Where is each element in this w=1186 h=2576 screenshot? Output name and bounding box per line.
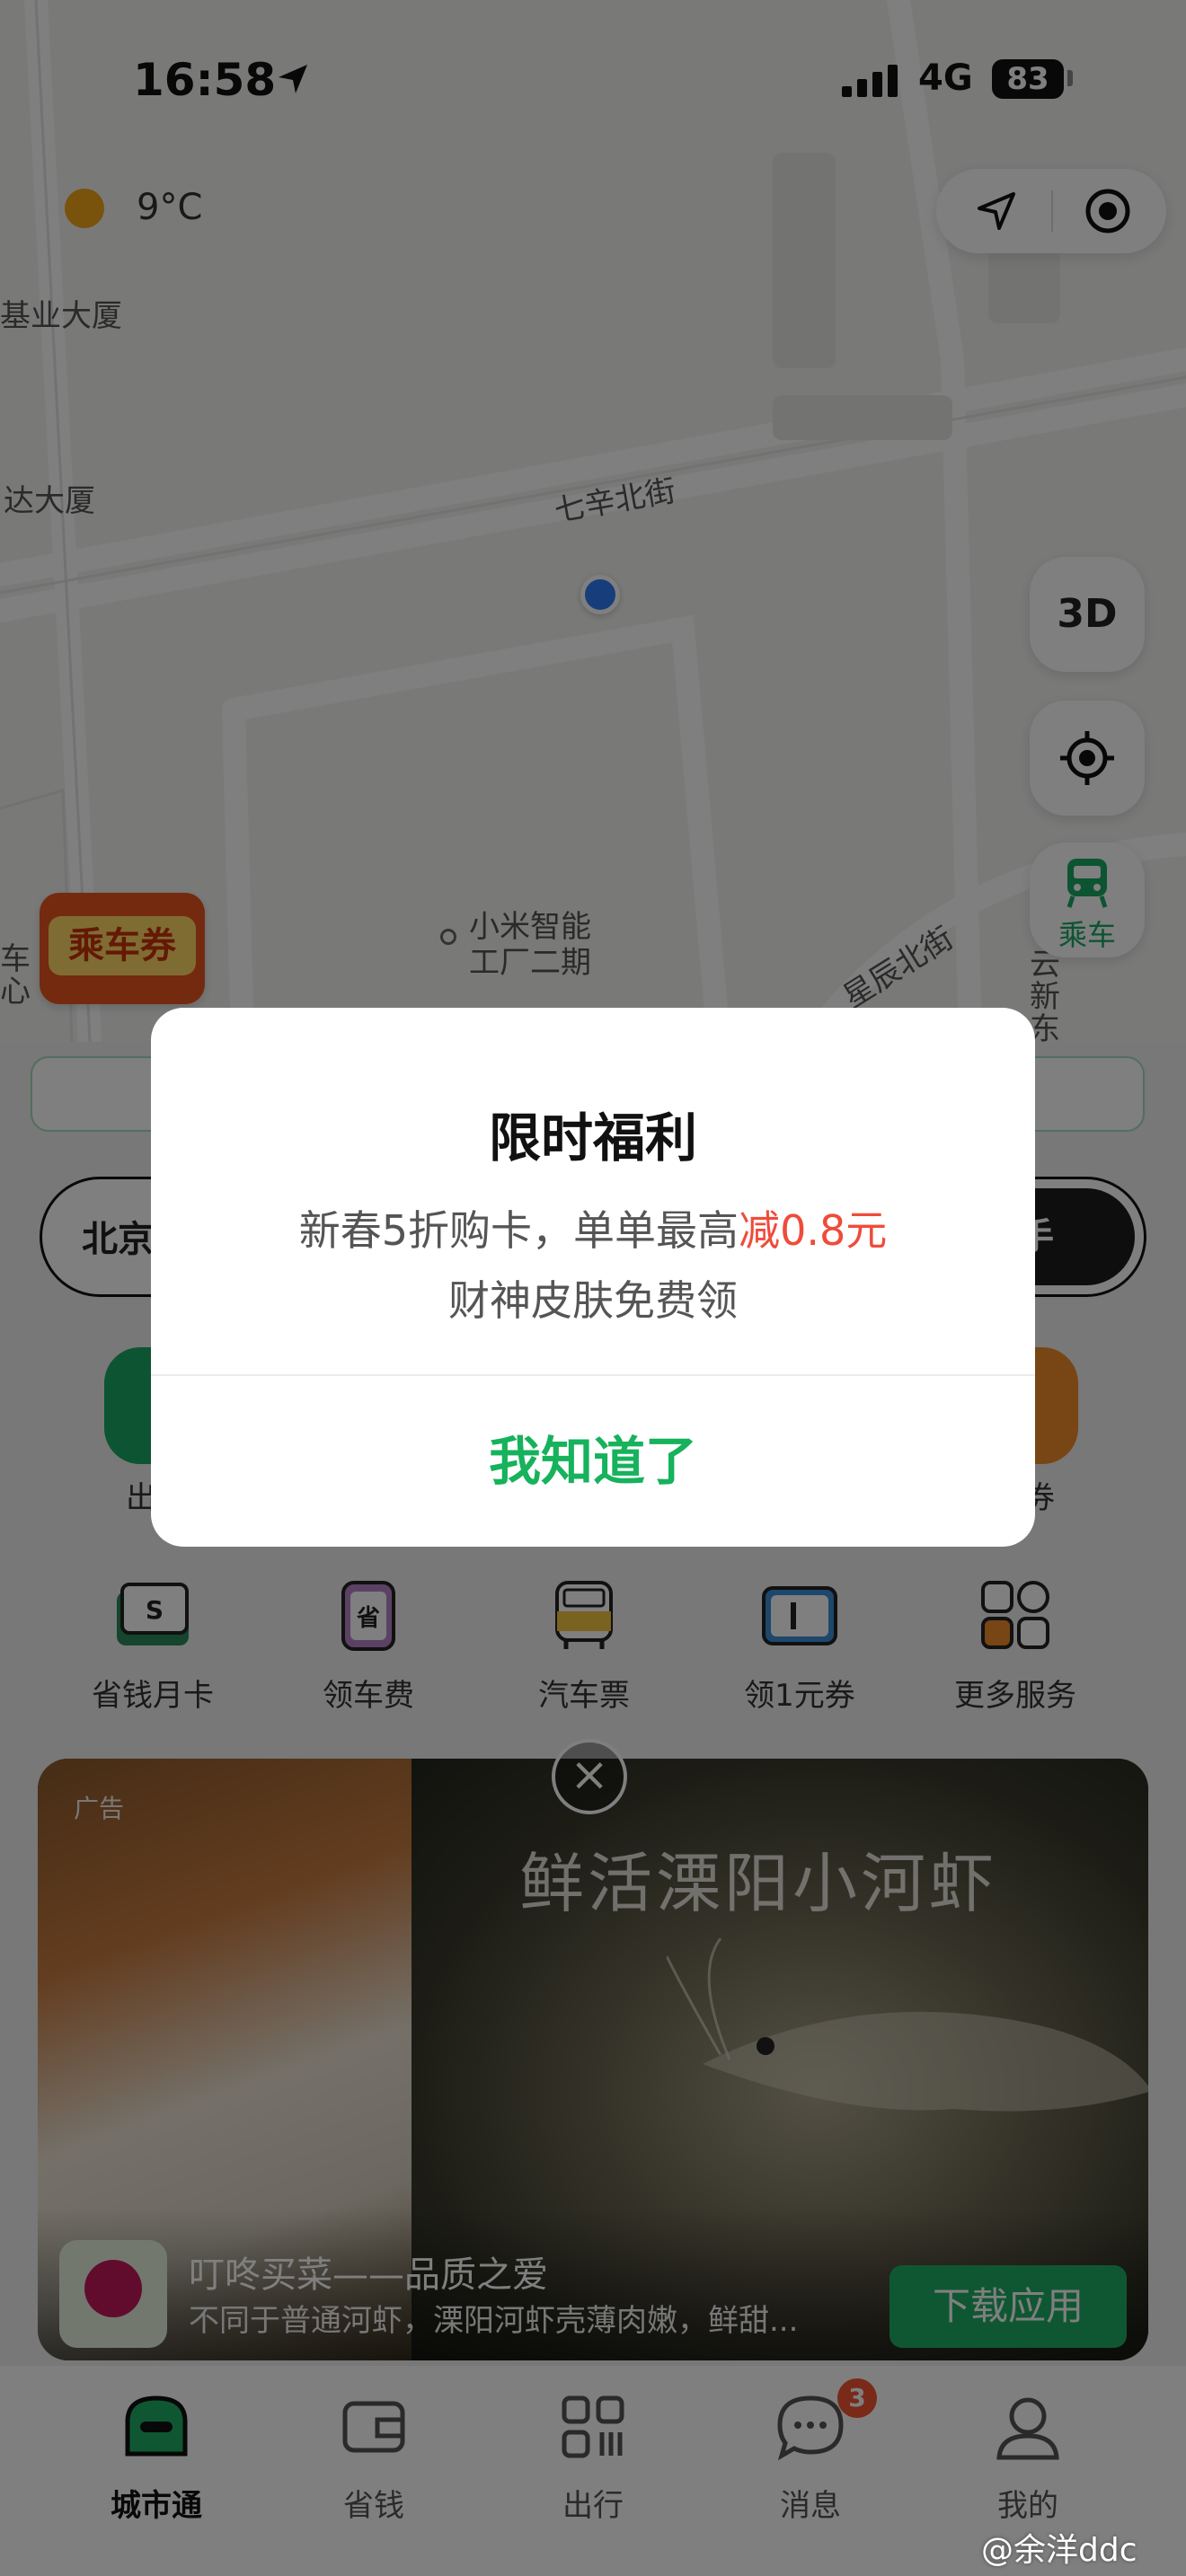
promo-dialog: 限时福利 新春5折购卡，单单最高减0.8元 财神皮肤免费领 我知道了: [151, 1008, 1035, 1547]
dialog-message-line2: 财神皮肤免费领: [448, 1276, 738, 1325]
watermark: @余洋ddc: [981, 2532, 1137, 2569]
dialog-message-prefix: 新春5折购卡，单单最高: [298, 1206, 739, 1255]
dialog-message-highlight: 减0.8元: [739, 1206, 888, 1255]
dialog-confirm-button[interactable]: 我知道了: [151, 1376, 1035, 1547]
dialog-title: 限时福利: [488, 1107, 697, 1169]
dialog-message-line1: 新春5折购卡，单单最高减0.8元: [151, 1198, 1035, 1257]
